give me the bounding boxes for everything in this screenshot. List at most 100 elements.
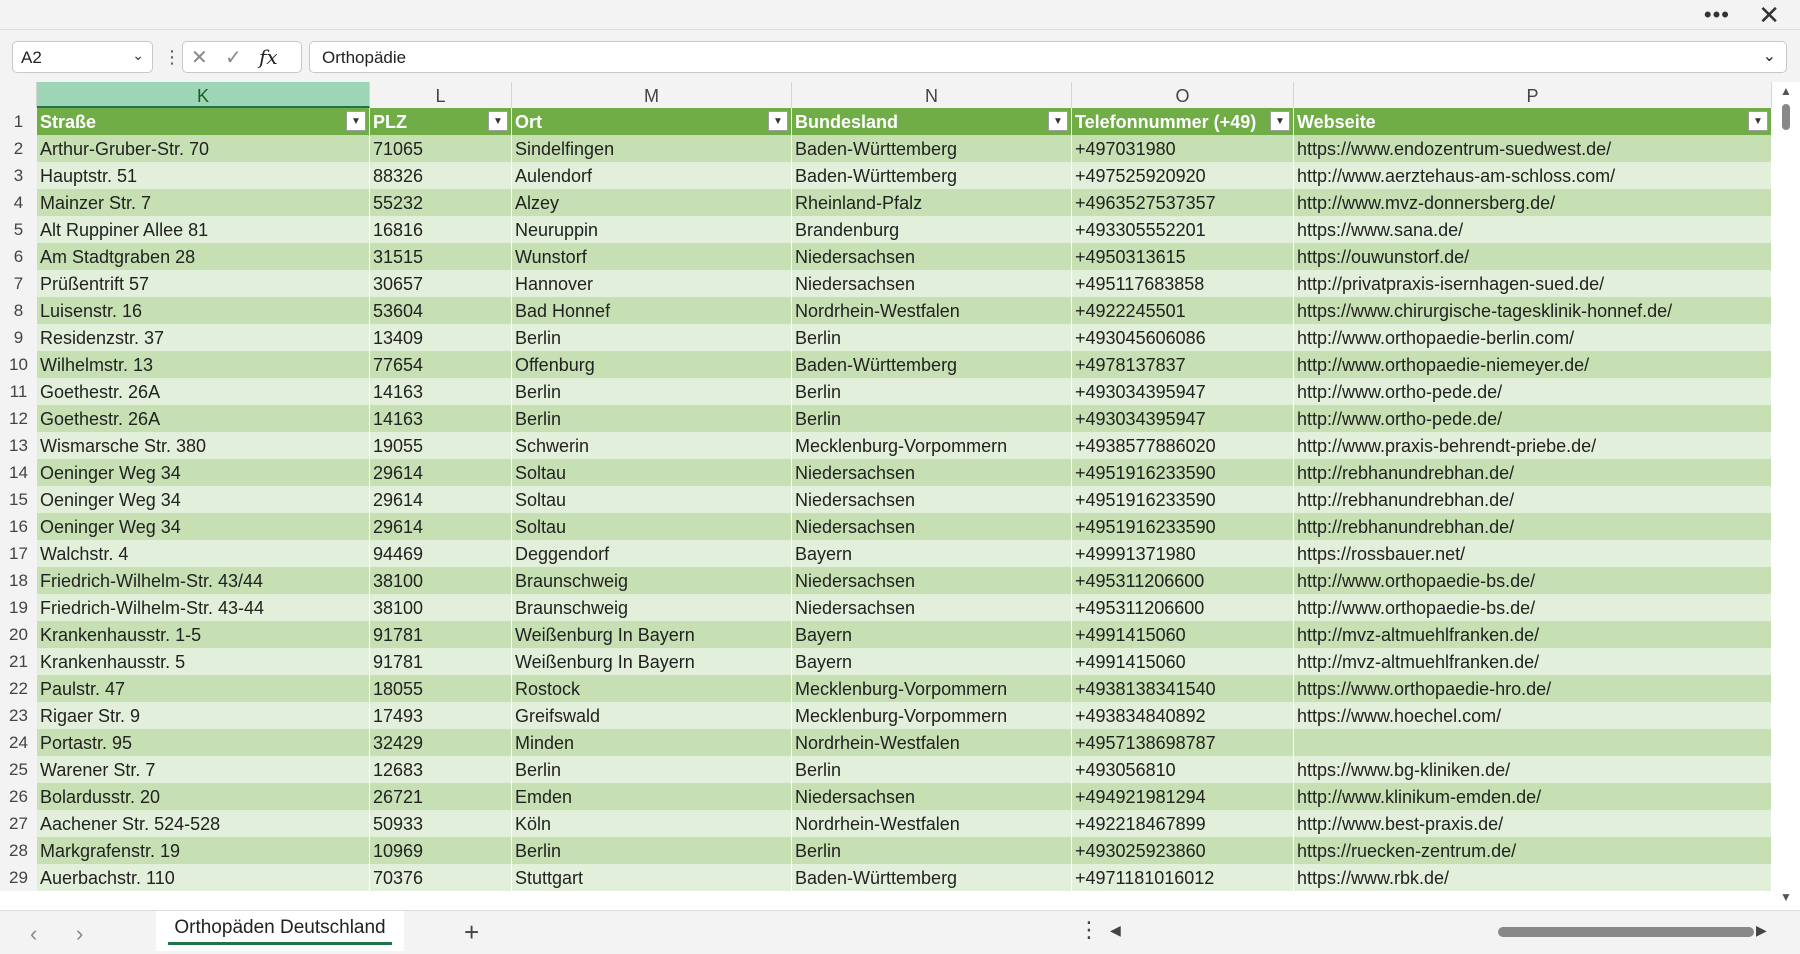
horizontal-scroll-thumb[interactable]: [1498, 927, 1754, 937]
cell[interactable]: Friedrich-Wilhelm-Str. 43-44: [37, 594, 370, 621]
cell[interactable]: 29614: [370, 459, 512, 486]
enter-icon[interactable]: ✓: [225, 45, 259, 70]
cell[interactable]: Berlin: [792, 378, 1072, 405]
cell[interactable]: 14163: [370, 405, 512, 432]
fx-icon[interactable]: fx: [259, 45, 293, 69]
cell[interactable]: 12683: [370, 756, 512, 783]
cell[interactable]: Baden-Württemberg: [792, 135, 1072, 162]
cell[interactable]: Paulstr. 47: [37, 675, 370, 702]
cell[interactable]: Portastr. 95: [37, 729, 370, 756]
cell[interactable]: http://rebhanundrebhan.de/: [1294, 513, 1772, 540]
row-header[interactable]: 26: [0, 783, 37, 810]
cell[interactable]: http://www.orthopaedie-bs.de/: [1294, 594, 1772, 621]
cell[interactable]: +4922245501: [1072, 297, 1294, 324]
row-header[interactable]: 3: [0, 162, 37, 189]
cell[interactable]: 38100: [370, 594, 512, 621]
cell[interactable]: Niedersachsen: [792, 783, 1072, 810]
cell[interactable]: Hannover: [512, 270, 792, 297]
column-header-n[interactable]: N: [792, 82, 1072, 108]
cell[interactable]: Offenburg: [512, 351, 792, 378]
cell[interactable]: Schwerin: [512, 432, 792, 459]
cell[interactable]: 91781: [370, 648, 512, 675]
header-cell[interactable]: Telefonnummer (+49) ▼: [1072, 108, 1294, 135]
cell[interactable]: Berlin: [792, 756, 1072, 783]
cell[interactable]: Braunschweig: [512, 567, 792, 594]
filter-dropdown-icon[interactable]: ▼: [1270, 111, 1290, 131]
row-header[interactable]: 28: [0, 837, 37, 864]
formula-input[interactable]: Orthopädie ⌄: [309, 41, 1787, 73]
cell[interactable]: Warener Str. 7: [37, 756, 370, 783]
cell[interactable]: Oeninger Weg 34: [37, 486, 370, 513]
cell[interactable]: +493045606086: [1072, 324, 1294, 351]
filter-dropdown-icon[interactable]: ▼: [1748, 111, 1768, 131]
cell[interactable]: +495117683858: [1072, 270, 1294, 297]
vertical-dots-icon[interactable]: ⋮: [163, 47, 181, 68]
cell[interactable]: Bayern: [792, 621, 1072, 648]
row-header[interactable]: 4: [0, 189, 37, 216]
scroll-left-icon[interactable]: ◀: [1110, 922, 1121, 939]
row-header[interactable]: 10: [0, 351, 37, 378]
header-cell[interactable]: Bundesland ▼: [792, 108, 1072, 135]
cell[interactable]: Berlin: [792, 837, 1072, 864]
header-cell[interactable]: Webseite ▼: [1294, 108, 1772, 135]
cell[interactable]: Minden: [512, 729, 792, 756]
cell[interactable]: Bayern: [792, 540, 1072, 567]
chevron-down-icon[interactable]: ⌄: [132, 47, 144, 64]
cell[interactable]: +493056810: [1072, 756, 1294, 783]
cell[interactable]: 10969: [370, 837, 512, 864]
cell[interactable]: Baden-Württemberg: [792, 162, 1072, 189]
cell[interactable]: 14163: [370, 378, 512, 405]
vertical-dots-icon[interactable]: ⋮: [1078, 917, 1100, 943]
cell[interactable]: 70376: [370, 864, 512, 891]
cell[interactable]: Nordrhein-Westfalen: [792, 810, 1072, 837]
cell[interactable]: http://www.klinikum-emden.de/: [1294, 783, 1772, 810]
scroll-right-icon[interactable]: ▶: [1756, 922, 1767, 939]
row-header[interactable]: 20: [0, 621, 37, 648]
cell[interactable]: Wismarsche Str. 380: [37, 432, 370, 459]
cell[interactable]: https://www.chirurgische-tagesklinik-hon…: [1294, 297, 1772, 324]
cell[interactable]: Berlin: [792, 324, 1072, 351]
cell[interactable]: Arthur-Gruber-Str. 70: [37, 135, 370, 162]
row-header[interactable]: 27: [0, 810, 37, 837]
column-header-m[interactable]: M: [512, 82, 792, 108]
cell[interactable]: 29614: [370, 486, 512, 513]
cell[interactable]: http://www.orthopaedie-niemeyer.de/: [1294, 351, 1772, 378]
cell[interactable]: 29614: [370, 513, 512, 540]
cell[interactable]: Soltau: [512, 486, 792, 513]
cell[interactable]: Niedersachsen: [792, 513, 1072, 540]
cell[interactable]: +49991371980: [1072, 540, 1294, 567]
cell[interactable]: Berlin: [512, 837, 792, 864]
cell[interactable]: +493034395947: [1072, 405, 1294, 432]
cell[interactable]: Niedersachsen: [792, 270, 1072, 297]
cell[interactable]: Sindelfingen: [512, 135, 792, 162]
cell[interactable]: Niedersachsen: [792, 486, 1072, 513]
cell[interactable]: +497525920920: [1072, 162, 1294, 189]
cell[interactable]: Baden-Württemberg: [792, 864, 1072, 891]
cell[interactable]: http://mvz-altmuehlfranken.de/: [1294, 621, 1772, 648]
cell[interactable]: Berlin: [792, 405, 1072, 432]
cell[interactable]: Köln: [512, 810, 792, 837]
cell[interactable]: Weißenburg In Bayern: [512, 648, 792, 675]
cell[interactable]: Walchstr. 4: [37, 540, 370, 567]
filter-dropdown-icon[interactable]: ▼: [1048, 111, 1068, 131]
cell[interactable]: Baden-Württemberg: [792, 351, 1072, 378]
header-cell[interactable]: Straße ▼: [37, 108, 370, 135]
cell[interactable]: Neuruppin: [512, 216, 792, 243]
cell[interactable]: https://rossbauer.net/: [1294, 540, 1772, 567]
cell[interactable]: Krankenhausstr. 5: [37, 648, 370, 675]
cell[interactable]: 88326: [370, 162, 512, 189]
cell[interactable]: Wilhelmstr. 13: [37, 351, 370, 378]
cell[interactable]: +4951916233590: [1072, 486, 1294, 513]
cell[interactable]: 30657: [370, 270, 512, 297]
cell[interactable]: 38100: [370, 567, 512, 594]
row-header[interactable]: 18: [0, 567, 37, 594]
cell[interactable]: Rostock: [512, 675, 792, 702]
cell[interactable]: Brandenburg: [792, 216, 1072, 243]
cell[interactable]: +493034395947: [1072, 378, 1294, 405]
cell[interactable]: Hauptstr. 51: [37, 162, 370, 189]
cell[interactable]: Alzey: [512, 189, 792, 216]
cell[interactable]: Niedersachsen: [792, 243, 1072, 270]
close-icon[interactable]: ✕: [1758, 0, 1780, 31]
scroll-down-icon[interactable]: ▼: [1780, 890, 1792, 904]
filter-dropdown-icon[interactable]: ▼: [346, 111, 366, 131]
